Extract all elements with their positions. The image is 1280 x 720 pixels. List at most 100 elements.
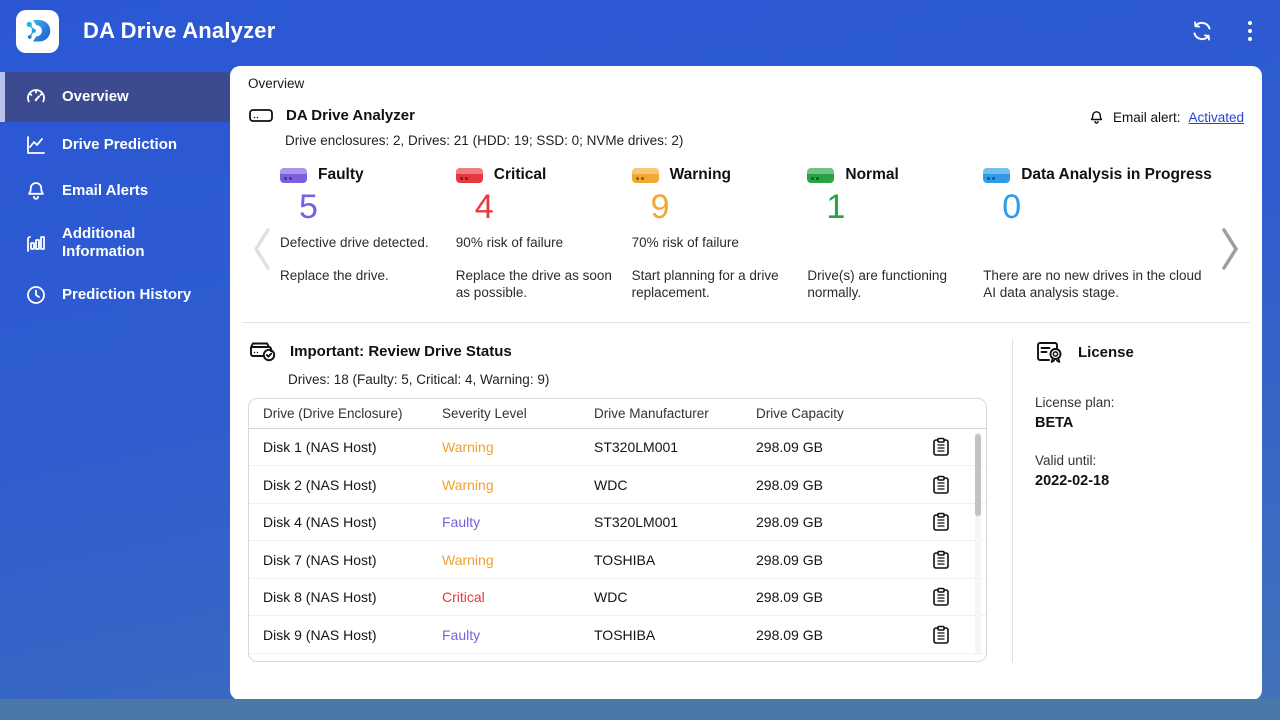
card-count: 5 bbox=[299, 188, 318, 226]
table-row: Disk 1 (NAS Host) Warning ST320LM001 298… bbox=[249, 429, 986, 467]
kebab-menu-icon[interactable] bbox=[1242, 19, 1258, 43]
review-drive-status-section: Important: Review Drive Status Drives: 1… bbox=[248, 339, 1000, 662]
sidebar-item-label: Drive Prediction bbox=[62, 136, 178, 153]
cell-drive: Disk 2 (NAS Host) bbox=[263, 476, 377, 493]
card-count: 4 bbox=[474, 188, 494, 226]
cell-severity: Warning bbox=[442, 439, 494, 456]
cell-severity: Faulty bbox=[442, 514, 481, 531]
sidebar-item-label: Additional Information bbox=[62, 225, 145, 260]
drive-summary: Drive enclosures: 2, Drives: 21 (HDD: 19… bbox=[285, 133, 684, 148]
col-drive: Drive (Drive Enclosure) bbox=[263, 405, 403, 421]
table-row: Disk 7 (NAS Host) Warning TOSHIBA 298.09… bbox=[249, 541, 986, 579]
card-title: Normal bbox=[845, 166, 899, 183]
sidebar-item-prediction-history[interactable]: Prediction History bbox=[0, 272, 230, 318]
card-count: 0 bbox=[1002, 188, 1022, 226]
card-count: 1 bbox=[826, 188, 846, 226]
license-valid-label: Valid until: bbox=[1035, 452, 1097, 468]
line-chart-icon bbox=[27, 136, 45, 154]
drive-analysis-icon bbox=[983, 167, 1011, 183]
app-logo bbox=[16, 9, 59, 53]
table-row: Disk 2 (NAS Host) Warning WDC 298.09 GB bbox=[249, 466, 986, 504]
table-row: Disk 8 (NAS Host) Critical WDC 298.09 GB bbox=[249, 579, 986, 617]
table-row-partial bbox=[249, 654, 986, 661]
cell-manufacturer: TOSHIBA bbox=[594, 626, 656, 643]
table-scrollbar-thumb[interactable] bbox=[975, 433, 981, 516]
cell-drive: Disk 4 (NAS Host) bbox=[263, 514, 377, 531]
status-card-critical: Critical 4 90% risk of failure Replace t… bbox=[455, 166, 614, 302]
email-alert-activated-link[interactable]: Activated bbox=[1188, 110, 1244, 125]
card-action: There are no new drives in the cloud AI … bbox=[983, 267, 1202, 301]
status-card-normal: Normal 1 Drive(s) are functioning normal… bbox=[807, 166, 965, 302]
card-action: Start planning for a drive replacement. bbox=[631, 267, 779, 301]
card-title: Data Analysis in Progress bbox=[1021, 166, 1212, 183]
sidebar-item-overview[interactable]: Overview bbox=[0, 72, 230, 122]
clock-icon bbox=[27, 286, 45, 304]
sidebar-item-email-alerts[interactable]: Additional Information Email Alerts bbox=[0, 168, 230, 214]
cell-capacity: 298.09 GB bbox=[756, 626, 823, 643]
cell-severity: Warning bbox=[442, 476, 494, 493]
gauge-icon bbox=[27, 89, 45, 103]
review-summary: Drives: 18 (Faulty: 5, Critical: 4, Warn… bbox=[288, 371, 550, 387]
license-section: License License plan: BETA Valid until: … bbox=[1012, 338, 1244, 662]
clipboard-icon[interactable] bbox=[932, 550, 950, 570]
sidebar-item-drive-prediction[interactable]: Drive Prediction bbox=[0, 122, 230, 168]
certificate-icon bbox=[1037, 341, 1062, 363]
app-title: DA Drive Analyzer bbox=[83, 18, 276, 43]
section-divider bbox=[242, 321, 1250, 323]
clipboard-icon[interactable] bbox=[932, 475, 950, 495]
card-description bbox=[807, 235, 965, 267]
card-description: Defective drive detected. bbox=[280, 234, 429, 250]
drive-check-icon bbox=[250, 342, 276, 361]
cell-capacity: 298.09 GB bbox=[756, 476, 823, 493]
cell-capacity: 298.09 GB bbox=[756, 439, 823, 456]
card-title: Faulty bbox=[318, 166, 364, 183]
cell-capacity: 298.09 GB bbox=[756, 589, 823, 606]
main-panel: Overview DA Drive Analyzer Drive enclosu… bbox=[230, 66, 1262, 700]
drive-normal-icon bbox=[807, 167, 835, 183]
cell-manufacturer: WDC bbox=[594, 476, 628, 493]
card-description bbox=[983, 235, 1212, 267]
desktop-background-strip bbox=[0, 699, 1280, 720]
cell-capacity: 298.09 GB bbox=[756, 514, 823, 531]
card-action: Replace the drive as soon as possible. bbox=[455, 267, 612, 301]
cell-severity: Critical bbox=[442, 589, 485, 606]
table-header: Drive (Drive Enclosure) Severity Level D… bbox=[249, 399, 986, 429]
card-title: Critical bbox=[493, 166, 547, 183]
card-action: Drive(s) are functioning normally. bbox=[807, 267, 947, 301]
chevron-left-icon[interactable] bbox=[248, 166, 276, 302]
card-action: Replace the drive. bbox=[280, 267, 389, 283]
status-card-warning: Warning 9 70% risk of failure Start plan… bbox=[631, 166, 790, 302]
drive-critical-icon bbox=[455, 167, 483, 183]
license-plan-label: License plan: bbox=[1035, 394, 1115, 410]
chevron-right-icon[interactable] bbox=[1216, 166, 1244, 302]
bar-chart-icon bbox=[27, 236, 45, 252]
cell-drive: Disk 8 (NAS Host) bbox=[263, 589, 377, 606]
cell-manufacturer: ST320LM001 bbox=[594, 439, 679, 456]
sidebar-item-additional-information[interactable]: Additional Information bbox=[0, 214, 230, 272]
status-cards-carousel: Faulty 5 Defective drive detected. Repla… bbox=[248, 166, 1244, 302]
cell-manufacturer: TOSHIBA bbox=[594, 551, 656, 568]
clipboard-icon[interactable] bbox=[932, 437, 950, 457]
email-alert: Email alert: Activated bbox=[1088, 109, 1244, 126]
col-severity: Severity Level bbox=[442, 405, 527, 421]
drive-status-table: Drive (Drive Enclosure) Severity Level D… bbox=[248, 397, 987, 662]
bell-icon bbox=[28, 182, 44, 200]
sidebar: Overview Drive Prediction Additional Inf… bbox=[0, 62, 230, 699]
table-row: Disk 9 (NAS Host) Faulty TOSHIBA 298.09 … bbox=[249, 616, 986, 654]
email-alert-label: Email alert: bbox=[1112, 110, 1181, 125]
cell-drive: Disk 7 (NAS Host) bbox=[263, 551, 377, 568]
cell-severity: Faulty bbox=[442, 626, 481, 643]
section-title: DA Drive Analyzer bbox=[286, 106, 415, 124]
drive-icon bbox=[249, 109, 273, 122]
status-card-faulty: Faulty 5 Defective drive detected. Repla… bbox=[280, 166, 438, 302]
card-description: 90% risk of failure bbox=[455, 234, 564, 250]
cell-severity: Warning bbox=[442, 551, 494, 568]
cell-manufacturer: WDC bbox=[594, 589, 628, 606]
card-count: 9 bbox=[650, 188, 670, 226]
table-row: Disk 4 (NAS Host) Faulty ST320LM001 298.… bbox=[249, 504, 986, 542]
clipboard-icon[interactable] bbox=[932, 512, 950, 532]
clipboard-icon[interactable] bbox=[932, 625, 950, 645]
refresh-icon[interactable] bbox=[1190, 19, 1214, 43]
bell-icon bbox=[1090, 111, 1103, 124]
clipboard-icon[interactable] bbox=[932, 587, 950, 607]
